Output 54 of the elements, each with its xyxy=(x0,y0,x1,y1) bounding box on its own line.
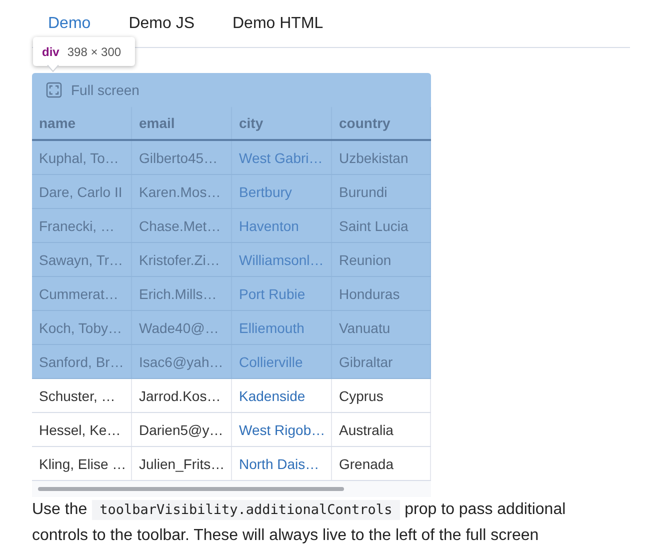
table-cell: Isac6@yah… xyxy=(132,345,232,378)
table-cell: Australia xyxy=(332,413,431,446)
table-cell: West Rigob… xyxy=(232,413,332,446)
code-snippet: toolbarVisibility.additionalControls xyxy=(92,500,400,520)
table-cell: Dare, Carlo II xyxy=(32,175,132,208)
tab[interactable]: Demo xyxy=(36,14,103,32)
table-cell: Karen.Mos… xyxy=(132,175,232,208)
table-cell: Port Rubie xyxy=(232,277,332,310)
full-screen-button[interactable]: Full screen xyxy=(46,82,140,98)
table-cell: Sanford, Br… xyxy=(32,345,132,378)
table-cell: Kadenside xyxy=(232,379,332,412)
table-cell: Erich.Mills… xyxy=(132,277,232,310)
table-cell: Gilberto45… xyxy=(132,141,232,174)
table-cell: Koch, Toby… xyxy=(32,311,132,344)
tab[interactable]: Demo JS xyxy=(116,14,206,32)
table-cell: Jarrod.Kos… xyxy=(132,379,232,412)
table-cell: Collierville xyxy=(232,345,332,378)
element-tag: div xyxy=(42,44,60,58)
table-cell: Honduras xyxy=(332,277,431,310)
tab[interactable]: Demo HTML xyxy=(220,14,336,32)
table-cell: Schuster, … xyxy=(32,379,132,412)
fullscreen-icon xyxy=(46,82,62,98)
table-cell: Julien_Frits… xyxy=(132,447,232,480)
table-cell: Gibraltar xyxy=(332,345,431,378)
table-cell: Haventon xyxy=(232,209,332,242)
table-cell: Hessel, Ke… xyxy=(32,413,132,446)
table-cell: Darien5@y… xyxy=(132,413,232,446)
table-cell: Cyprus xyxy=(332,379,431,412)
horizontal-scrollbar[interactable] xyxy=(38,487,344,491)
table-cell: Cummerat… xyxy=(32,277,132,310)
column-header[interactable]: name xyxy=(32,107,132,139)
column-header[interactable]: email xyxy=(132,107,232,139)
table-cell: Franecki, … xyxy=(32,209,132,242)
table-cell: Bertbury xyxy=(232,175,332,208)
table-cell: Uzbekistan xyxy=(332,141,431,174)
table-cell: Chase.Met… xyxy=(132,209,232,242)
table-cell: Elliemouth xyxy=(232,311,332,344)
table-cell: Wade40@… xyxy=(132,311,232,344)
table-cell: Williamsonl… xyxy=(232,243,332,276)
table-cell: Sawayn, Tr… xyxy=(32,243,132,276)
table-cell: Kling, Elise … xyxy=(32,447,132,480)
table-cell: Burundi xyxy=(332,175,431,208)
table-cell: West Gabri… xyxy=(232,141,332,174)
description-paragraph: Use the toolbarVisibility.additionalControls prop to pass additional controls to the toolbar. These will always live to the left of the full screen xyxy=(32,499,567,546)
table-cell: North Dais… xyxy=(232,447,332,480)
table-cell: Saint Lucia xyxy=(332,209,431,242)
column-header[interactable]: country xyxy=(332,107,431,139)
table-cell: Vanuatu xyxy=(332,311,431,344)
column-header[interactable]: city xyxy=(232,107,332,139)
table-cell: Grenada xyxy=(332,447,431,480)
table-cell: Kristofer.Zi… xyxy=(132,243,232,276)
element-size: 398 × 300 xyxy=(67,44,122,58)
table-cell: Reunion xyxy=(332,243,431,276)
table-cell: Kuphal, To… xyxy=(32,141,132,174)
